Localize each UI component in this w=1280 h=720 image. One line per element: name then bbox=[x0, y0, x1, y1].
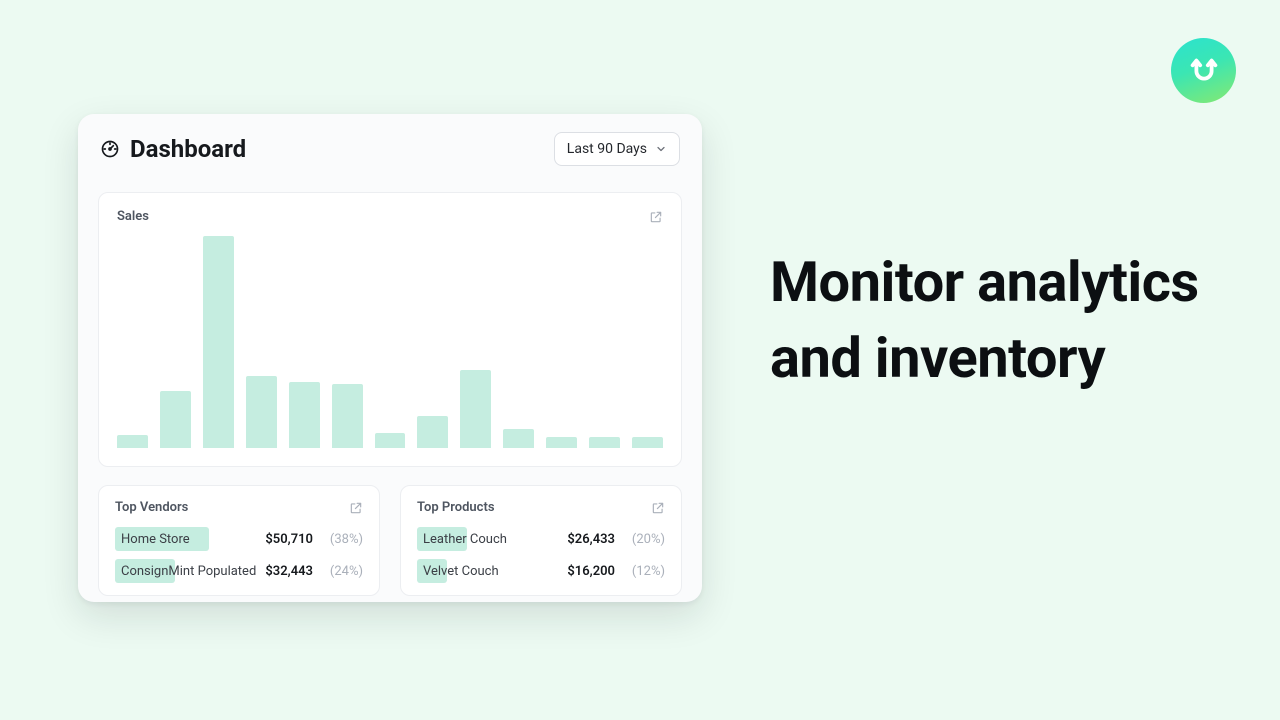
logo-icon bbox=[1185, 52, 1223, 90]
row-amount: $16,200 bbox=[567, 564, 615, 579]
chart-bar bbox=[589, 437, 620, 448]
row-name: Home Store bbox=[121, 532, 190, 547]
row-name: ConsignMint Populated bbox=[121, 564, 256, 579]
row-name: Velvet Couch bbox=[423, 564, 499, 579]
chart-bar bbox=[546, 437, 577, 448]
sales-bar-chart bbox=[117, 236, 663, 448]
row-name: Leather Couch bbox=[423, 532, 507, 547]
chart-bar bbox=[375, 433, 406, 448]
brand-logo bbox=[1171, 38, 1236, 103]
sales-panel-title: Sales bbox=[117, 209, 149, 224]
date-range-dropdown[interactable]: Last 90 Days bbox=[554, 132, 680, 166]
row-amount: $50,710 bbox=[265, 532, 313, 547]
chart-bar bbox=[160, 391, 191, 448]
date-range-label: Last 90 Days bbox=[567, 141, 647, 157]
top-vendors-panel: Top Vendors Home Store $50,710 (38%) Consig… bbox=[98, 485, 380, 596]
row-amount: $32,443 bbox=[265, 564, 313, 579]
dashboard-header: Dashboard Last 90 Days bbox=[78, 114, 702, 176]
row-percent: (38%) bbox=[323, 532, 363, 547]
gauge-icon bbox=[100, 139, 120, 159]
top-products-title: Top Products bbox=[417, 500, 495, 515]
row-amount: $26,433 bbox=[567, 532, 615, 547]
chart-bar bbox=[417, 416, 448, 448]
external-link-icon[interactable] bbox=[349, 501, 363, 515]
chart-bar bbox=[332, 384, 363, 448]
list-item[interactable]: ConsignMint Populated $32,443 (24%) bbox=[115, 557, 363, 585]
top-vendors-list: Home Store $50,710 (38%) ConsignMint Popula… bbox=[115, 525, 363, 585]
chevron-down-icon bbox=[655, 143, 667, 155]
chart-bar bbox=[289, 382, 320, 448]
external-link-icon[interactable] bbox=[651, 501, 665, 515]
page-title: Dashboard bbox=[130, 135, 246, 163]
list-item[interactable]: Velvet Couch $16,200 (12%) bbox=[417, 557, 665, 585]
dashboard-card: Dashboard Last 90 Days Sales Top Vendors… bbox=[78, 114, 702, 602]
chart-bar bbox=[203, 236, 234, 448]
chart-bar bbox=[632, 437, 663, 448]
list-item[interactable]: Home Store $50,710 (38%) bbox=[115, 525, 363, 553]
list-item[interactable]: Leather Couch $26,433 (20%) bbox=[417, 525, 665, 553]
chart-bar bbox=[117, 435, 148, 448]
chart-bar bbox=[246, 376, 277, 448]
top-products-list: Leather Couch $26,433 (20%) Velvet Couch $16… bbox=[417, 525, 665, 585]
chart-bar bbox=[503, 429, 534, 448]
top-products-panel: Top Products Leather Couch $26,433 (20%) Ve… bbox=[400, 485, 682, 596]
row-percent: (12%) bbox=[625, 564, 665, 579]
row-percent: (24%) bbox=[323, 564, 363, 579]
chart-bar bbox=[460, 370, 491, 448]
external-link-icon[interactable] bbox=[649, 210, 663, 224]
top-vendors-title: Top Vendors bbox=[115, 500, 188, 515]
row-percent: (20%) bbox=[625, 532, 665, 547]
marketing-headline: Monitor analytics and inventory bbox=[770, 245, 1220, 396]
sales-panel: Sales bbox=[98, 192, 682, 467]
